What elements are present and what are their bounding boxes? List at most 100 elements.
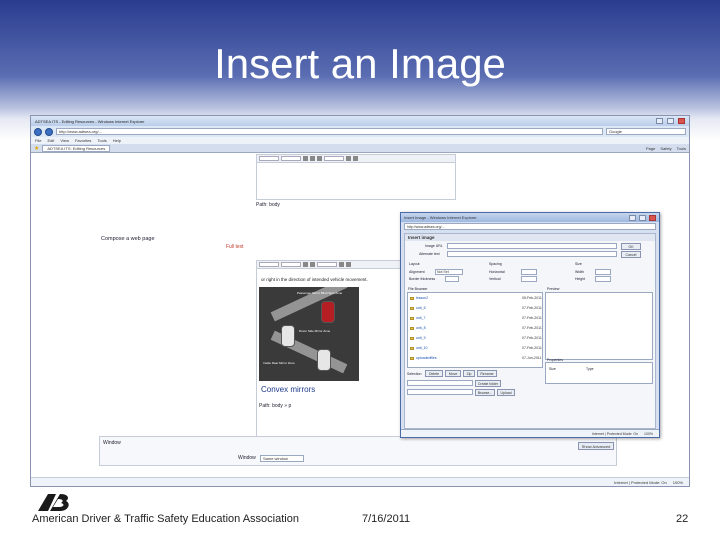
red-car bbox=[321, 301, 335, 323]
lesson-text: or right in the direction of intended ve… bbox=[261, 277, 368, 282]
image-icon[interactable] bbox=[353, 156, 358, 161]
zoom-level[interactable]: 100% bbox=[673, 480, 683, 485]
file-item[interactable]: uploadedfiles bbox=[410, 356, 437, 360]
dialog-close-button[interactable] bbox=[649, 214, 656, 221]
file-date: 07-Feb-2011 bbox=[522, 336, 542, 340]
file-item[interactable]: unit_6 bbox=[410, 306, 426, 310]
bold-icon[interactable] bbox=[303, 156, 308, 161]
file-date: 07-Feb-2011 bbox=[522, 316, 542, 320]
back-icon[interactable] bbox=[34, 127, 42, 136]
ok-button[interactable]: OK bbox=[621, 243, 641, 250]
alt-text-input[interactable] bbox=[447, 251, 617, 257]
menu-help[interactable]: Help bbox=[113, 138, 121, 143]
adtsea-logo-icon bbox=[38, 494, 69, 511]
search-input[interactable]: Google bbox=[606, 128, 686, 135]
menu-favorites[interactable]: Favorites bbox=[75, 138, 91, 143]
slide-title: Insert an Image bbox=[214, 40, 506, 87]
footer-org: American Driver & Traffic Safety Educati… bbox=[32, 513, 299, 525]
dialog-zoom[interactable]: 100% bbox=[644, 432, 653, 436]
window-select[interactable]: Same window bbox=[260, 455, 304, 462]
menu-view[interactable]: View bbox=[60, 138, 69, 143]
diagram-label-top: Passenger Mirror Blind Spot Zone bbox=[297, 291, 343, 295]
preview-label: Preview bbox=[547, 287, 560, 291]
convex-title: Convex mirrors bbox=[261, 385, 316, 394]
style-select-2[interactable] bbox=[317, 262, 337, 267]
alignment-label: Alignment bbox=[409, 270, 425, 274]
image-url-label: Image URL bbox=[425, 244, 443, 248]
link-icon[interactable] bbox=[346, 156, 351, 161]
url-input[interactable]: http://www.adtsea.org/... bbox=[56, 128, 603, 135]
image-icon-2[interactable] bbox=[346, 262, 351, 267]
favorites-star-icon[interactable]: ★ bbox=[34, 145, 39, 152]
layout-label: Layout bbox=[409, 262, 420, 266]
size-label: Size bbox=[575, 262, 582, 266]
dialog-url: http://www.adtsea.org/... bbox=[404, 223, 656, 230]
page-content: Path: body Compose a web page Full text … bbox=[31, 154, 689, 476]
horizontal-input[interactable] bbox=[521, 269, 537, 275]
new-folder-input[interactable] bbox=[407, 380, 473, 386]
upload-button[interactable]: Upload bbox=[497, 389, 515, 396]
close-button[interactable] bbox=[678, 118, 685, 124]
height-input[interactable] bbox=[595, 276, 611, 282]
file-item[interactable]: unit_8 bbox=[410, 326, 426, 330]
rename-button[interactable]: Rename bbox=[477, 370, 497, 377]
show-advanced-button[interactable]: Show Advanced bbox=[578, 442, 614, 450]
bold-icon-2[interactable] bbox=[303, 262, 308, 267]
style-select[interactable] bbox=[324, 156, 344, 161]
file-item[interactable]: unit_9 bbox=[410, 336, 426, 340]
size-select-2[interactable] bbox=[281, 262, 301, 267]
file-date: 07-Feb-2011 bbox=[522, 346, 542, 350]
underline-icon[interactable] bbox=[317, 156, 322, 161]
editor-toolbar bbox=[257, 155, 455, 163]
italic-icon[interactable] bbox=[310, 156, 315, 161]
folder-icon bbox=[410, 306, 414, 310]
create-folder-button[interactable]: Create folder bbox=[475, 380, 501, 387]
alignment-select[interactable]: Not Set bbox=[435, 269, 463, 275]
menu-tools[interactable]: Tools bbox=[97, 138, 106, 143]
link-icon-2[interactable] bbox=[339, 262, 344, 267]
border-label: Border thickness bbox=[409, 277, 436, 281]
file-item[interactable]: unit_7 bbox=[410, 316, 426, 320]
image-url-input[interactable] bbox=[447, 243, 617, 249]
dialog-title: Insert Image - Windows Internet Explorer bbox=[404, 215, 477, 220]
border-input[interactable] bbox=[445, 276, 459, 282]
folder-icon bbox=[410, 326, 414, 330]
browse-button[interactable]: Browse... bbox=[475, 389, 495, 396]
editor-top bbox=[256, 154, 456, 200]
minimize-button[interactable] bbox=[656, 118, 663, 124]
dialog-minimize-button[interactable] bbox=[629, 214, 636, 221]
page-menu[interactable]: Page bbox=[646, 146, 655, 151]
font-select[interactable] bbox=[259, 156, 279, 161]
file-item[interactable]: lesson2 bbox=[410, 296, 428, 300]
menu-edit[interactable]: Edit bbox=[47, 138, 54, 143]
browser-titlebar: ADTSEA ITS - Editing Resources - Windows… bbox=[31, 116, 689, 126]
selection-label: Selection bbox=[407, 372, 422, 376]
dialog-maximize-button[interactable] bbox=[639, 214, 646, 221]
width-input[interactable] bbox=[595, 269, 611, 275]
size-select[interactable] bbox=[281, 156, 301, 161]
forward-icon[interactable] bbox=[45, 127, 53, 136]
zone-status: Internet | Protected Mode: On bbox=[614, 479, 667, 485]
file-date: 07-Jun-2011 bbox=[522, 356, 542, 360]
cancel-button[interactable]: Cancel bbox=[621, 251, 641, 258]
move-button[interactable]: Move bbox=[445, 370, 461, 377]
upload-file-input[interactable] bbox=[407, 389, 473, 395]
mirror-diagram: Passenger Mirror Blind Spot Zone Driver … bbox=[259, 287, 359, 381]
tools-menu[interactable]: Tools bbox=[677, 146, 686, 151]
font-select-2[interactable] bbox=[259, 262, 279, 267]
silver-car bbox=[317, 349, 331, 371]
tab-editing-resources[interactable]: ADTSEA ITS: Editing Resources bbox=[42, 144, 111, 152]
italic-icon-2[interactable] bbox=[310, 262, 315, 267]
maximize-button[interactable] bbox=[667, 118, 674, 124]
vertical-input[interactable] bbox=[521, 276, 537, 282]
file-item[interactable]: unit_10 bbox=[410, 346, 427, 350]
full-text-label: Full text bbox=[226, 244, 244, 250]
height-label: Height bbox=[575, 277, 586, 281]
safety-menu[interactable]: Safety bbox=[660, 146, 671, 151]
folder-icon bbox=[410, 346, 414, 350]
preview-pane bbox=[545, 292, 653, 360]
zip-button[interactable]: Zip bbox=[463, 370, 475, 377]
browser-window: ADTSEA ITS - Editing Resources - Windows… bbox=[30, 115, 690, 487]
menu-file[interactable]: File bbox=[35, 138, 41, 143]
delete-button[interactable]: Delete bbox=[425, 370, 443, 377]
